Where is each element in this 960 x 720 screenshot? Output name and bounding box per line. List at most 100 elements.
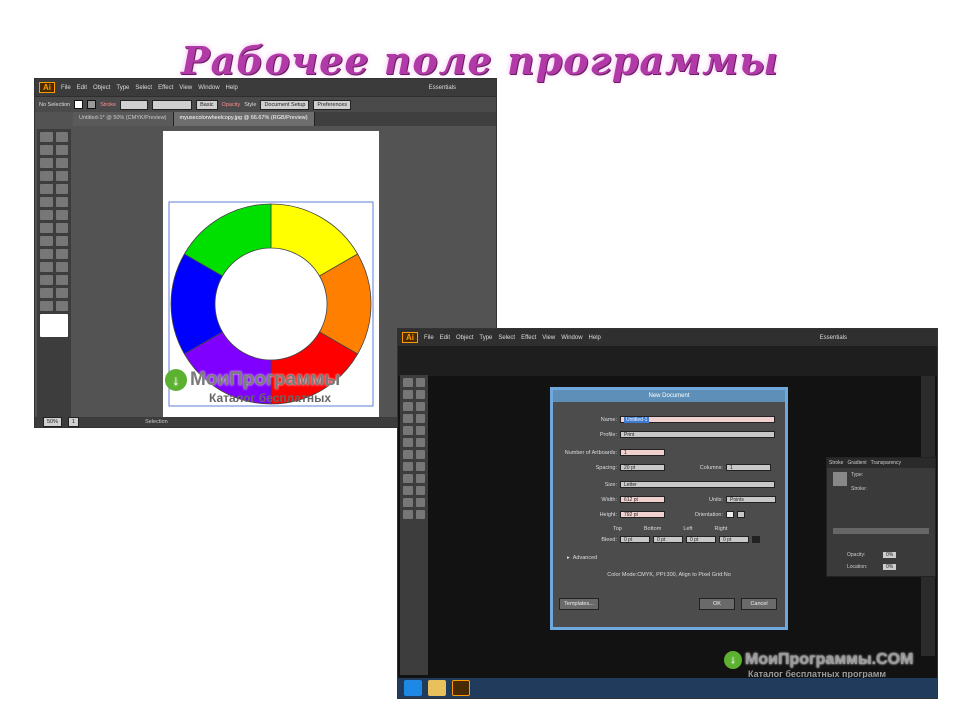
panel-tab-transparency[interactable]: Transparency xyxy=(871,460,901,466)
width-input[interactable]: 612 pt xyxy=(620,496,665,503)
blend-tool-icon[interactable] xyxy=(55,262,68,272)
rotate-tool-icon[interactable] xyxy=(403,450,413,459)
menu-type[interactable]: Type xyxy=(116,85,129,91)
style-label[interactable]: Style xyxy=(244,102,256,108)
landscape-orientation-icon[interactable] xyxy=(737,511,745,518)
eraser-tool-icon[interactable] xyxy=(55,197,68,207)
eraser-tool-icon[interactable] xyxy=(415,438,425,447)
menu-help[interactable]: Help xyxy=(226,85,238,91)
line-tool-icon[interactable] xyxy=(403,414,413,423)
advanced-toggle-icon[interactable]: ▸ xyxy=(567,555,570,561)
hand-tool-icon[interactable] xyxy=(40,301,53,311)
gradient-swatch[interactable] xyxy=(833,472,847,486)
stroke-label[interactable]: Stroke xyxy=(100,102,116,108)
type-tool-icon[interactable] xyxy=(415,402,425,411)
blend-tool-icon[interactable] xyxy=(415,498,425,507)
column-graph-tool-icon[interactable] xyxy=(55,275,68,285)
preferences-button[interactable]: Preferences xyxy=(313,99,352,110)
width-tool-icon[interactable] xyxy=(403,462,413,471)
menu-effect[interactable]: Effect xyxy=(521,335,536,341)
selection-tool-icon[interactable] xyxy=(403,378,413,387)
paintbrush-tool-icon[interactable] xyxy=(403,426,413,435)
size-select[interactable]: Letter xyxy=(620,481,775,488)
lasso-tool-icon[interactable] xyxy=(55,145,68,155)
eyedropper-tool-icon[interactable] xyxy=(403,498,413,507)
menu-effect[interactable]: Effect xyxy=(158,85,173,91)
menu-object[interactable]: Object xyxy=(93,85,110,91)
opacity-label[interactable]: Opacity xyxy=(222,102,241,108)
direct-selection-tool-icon[interactable] xyxy=(415,378,425,387)
pen-tool-icon[interactable] xyxy=(40,158,53,168)
magic-wand-tool-icon[interactable] xyxy=(403,390,413,399)
variable-width-field[interactable] xyxy=(152,99,193,110)
menu-view[interactable]: View xyxy=(179,85,192,91)
artboard-navigation[interactable]: 1 xyxy=(68,417,80,427)
menu-window[interactable]: Window xyxy=(198,85,219,91)
perspective-grid-tool-icon[interactable] xyxy=(55,236,68,246)
bleed-bottom-input[interactable]: 0 pt xyxy=(653,536,683,543)
menu-help[interactable]: Help xyxy=(589,335,601,341)
stroke-weight-field[interactable] xyxy=(120,99,149,110)
menu-select[interactable]: Select xyxy=(135,85,152,91)
scale-tool-icon[interactable] xyxy=(415,450,425,459)
gradient-slider[interactable] xyxy=(833,528,929,534)
templates-button[interactable]: Templates... xyxy=(559,598,599,610)
height-input[interactable]: 792 pt xyxy=(620,511,665,518)
pencil-tool-icon[interactable] xyxy=(415,426,425,435)
ok-button[interactable]: OK xyxy=(699,598,735,610)
menu-type[interactable]: Type xyxy=(479,335,492,341)
selection-tool-icon[interactable] xyxy=(40,132,53,142)
zoom-field[interactable]: 50% xyxy=(43,417,63,427)
lasso-tool-icon[interactable] xyxy=(415,390,425,399)
zoom-tool-icon[interactable] xyxy=(415,510,425,519)
paintbrush-tool-icon[interactable] xyxy=(40,184,53,194)
panel-location-value[interactable]: 0% xyxy=(883,564,897,570)
rectangle-tool-icon[interactable] xyxy=(415,414,425,423)
columns-input[interactable]: 1 xyxy=(726,464,771,471)
tab-untitled[interactable]: Untitled-1* @ 50% (CMYK/Preview) xyxy=(73,112,174,126)
mesh-tool-icon[interactable] xyxy=(403,486,413,495)
bleed-top-input[interactable]: 0 pt xyxy=(620,536,650,543)
menu-window[interactable]: Window xyxy=(561,335,582,341)
menu-view[interactable]: View xyxy=(542,335,555,341)
blob-brush-tool-icon[interactable] xyxy=(40,197,53,207)
symbol-sprayer-tool-icon[interactable] xyxy=(40,275,53,285)
menu-object[interactable]: Object xyxy=(456,335,473,341)
advanced-label[interactable]: Advanced xyxy=(573,555,597,561)
free-transform-tool-icon[interactable] xyxy=(415,462,425,471)
document-setup-button[interactable]: Document Setup xyxy=(260,99,310,110)
menu-select[interactable]: Select xyxy=(498,335,515,341)
cancel-button[interactable]: Cancel xyxy=(741,598,777,610)
rotate-tool-icon[interactable] xyxy=(40,210,53,220)
pencil-tool-icon[interactable] xyxy=(55,184,68,194)
workspace-switcher[interactable]: Essentials xyxy=(820,335,847,341)
menu-file[interactable]: File xyxy=(424,335,434,341)
hand-tool-icon[interactable] xyxy=(403,510,413,519)
slice-tool-icon[interactable] xyxy=(55,288,68,298)
eyedropper-tool-icon[interactable] xyxy=(40,262,53,272)
brush-definition[interactable]: Basic xyxy=(196,99,218,110)
bleed-left-input[interactable]: 0 pt xyxy=(686,536,716,543)
units-select[interactable]: Points xyxy=(726,496,776,503)
scale-tool-icon[interactable] xyxy=(55,210,68,220)
magic-wand-tool-icon[interactable] xyxy=(40,145,53,155)
ie-icon[interactable] xyxy=(404,680,422,696)
menu-edit[interactable]: Edit xyxy=(440,335,450,341)
fill-swatch[interactable] xyxy=(74,100,84,109)
line-tool-icon[interactable] xyxy=(40,171,53,181)
artboard-tool-icon[interactable] xyxy=(40,288,53,298)
rectangle-tool-icon[interactable] xyxy=(55,171,68,181)
explorer-icon[interactable] xyxy=(428,680,446,696)
bleed-right-input[interactable]: 0 pt xyxy=(719,536,749,543)
panel-tab-stroke[interactable]: Stroke xyxy=(829,460,843,466)
spacing-input[interactable]: 20 pt xyxy=(620,464,665,471)
shape-builder-tool-icon[interactable] xyxy=(403,474,413,483)
illustrator-taskbar-icon[interactable] xyxy=(452,680,470,696)
type-tool-icon[interactable] xyxy=(55,158,68,168)
free-transform-tool-icon[interactable] xyxy=(55,223,68,233)
link-chain-icon[interactable] xyxy=(752,536,760,543)
shape-builder-tool-icon[interactable] xyxy=(40,236,53,246)
portrait-orientation-icon[interactable] xyxy=(726,511,734,518)
panel-opacity-value[interactable]: 0% xyxy=(883,552,897,558)
blob-brush-tool-icon[interactable] xyxy=(403,438,413,447)
